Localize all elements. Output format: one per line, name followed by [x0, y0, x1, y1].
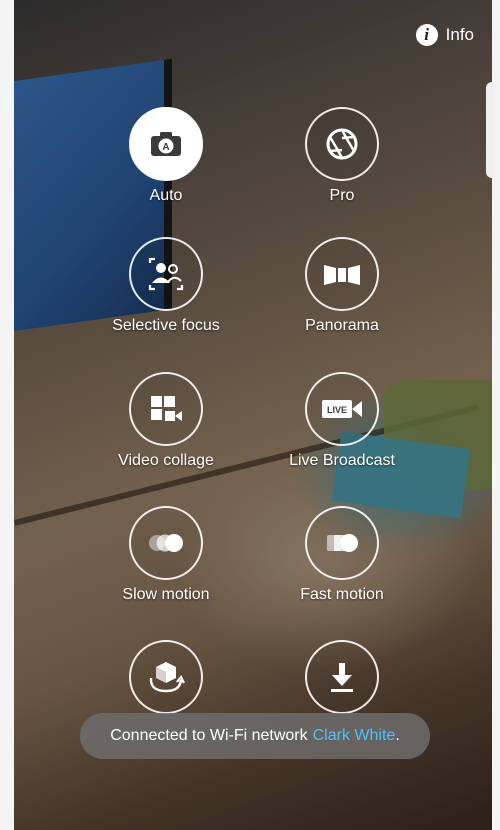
toast-network-name: Clark White [312, 727, 396, 744]
panorama-icon [305, 237, 379, 311]
wifi-toast: Connected to Wi-Fi network Clark White. [80, 713, 430, 759]
svg-text:A: A [162, 142, 169, 153]
mode-video-collage[interactable]: Video collage [76, 372, 256, 470]
mode-selective-focus[interactable]: Selective focus [76, 237, 256, 335]
mode-label: Video collage [118, 452, 214, 469]
toast-message: Connected to Wi-Fi network [110, 727, 308, 744]
left-bezel [0, 0, 14, 830]
camera-auto-icon: A [129, 107, 203, 181]
download-icon [305, 640, 379, 714]
mode-label: Slow motion [122, 586, 210, 603]
mode-label: Panorama [305, 317, 379, 334]
svg-text:LIVE: LIVE [327, 405, 347, 415]
mode-label: Selective focus [112, 317, 220, 334]
edge-panel-handle[interactable] [486, 82, 494, 178]
toast-suffix: . [395, 727, 400, 744]
info-label: Info [445, 25, 474, 44]
mode-panorama[interactable]: Panorama [252, 237, 432, 335]
mode-virtual-shot[interactable] [76, 640, 256, 720]
mode-download[interactable] [252, 640, 432, 720]
mode-label: Auto [149, 187, 183, 204]
slow-motion-icon [129, 506, 203, 580]
virtual-shot-icon [129, 640, 203, 714]
mode-auto[interactable]: A Auto [76, 107, 256, 205]
video-collage-icon [129, 372, 203, 446]
mode-label: Pro [329, 187, 355, 204]
mode-pro[interactable]: Pro [252, 107, 432, 205]
mode-label: Fast motion [300, 586, 384, 603]
mode-label: Live Broadcast [289, 452, 395, 469]
live-broadcast-icon: LIVE [305, 372, 379, 446]
aperture-icon [305, 107, 379, 181]
mode-slow-motion[interactable]: Slow motion [76, 506, 256, 604]
info-button[interactable]: i Info [415, 24, 474, 46]
mode-live-broadcast[interactable]: LIVE Live Broadcast [252, 372, 432, 470]
selective-focus-icon [129, 237, 203, 311]
fast-motion-icon [305, 506, 379, 580]
info-icon: i [415, 24, 438, 46]
mode-fast-motion[interactable]: Fast motion [252, 506, 432, 604]
